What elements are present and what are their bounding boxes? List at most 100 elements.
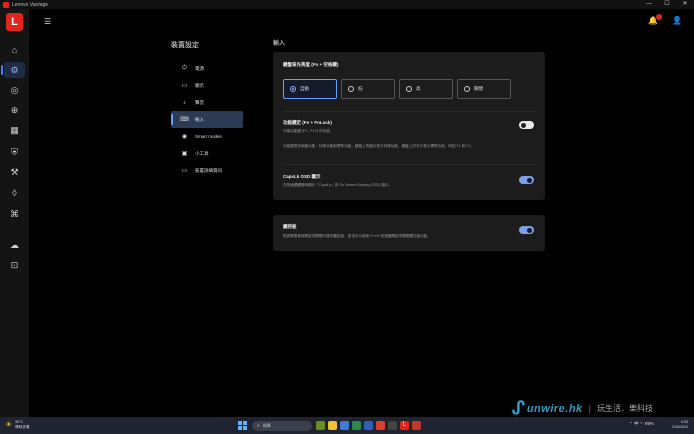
input-settings-card: 鍵盤背光亮度 (Fn + 空格鍵) 自動 低 高 關閉 功能鍵定 (Fn + F… bbox=[273, 52, 545, 200]
lenovo-logo[interactable]: L bbox=[6, 13, 23, 31]
nav-item-input[interactable]: ⌨ 輸入 bbox=[171, 111, 243, 128]
divider bbox=[283, 164, 535, 165]
system-tray[interactable]: ⌃ 中 ◠ 99% bbox=[629, 421, 654, 427]
radio-icon bbox=[348, 86, 354, 92]
chrome-icon[interactable] bbox=[376, 421, 385, 430]
mcafee-icon[interactable] bbox=[412, 421, 421, 430]
notification-badge bbox=[656, 14, 662, 20]
touchpad-toggle[interactable] bbox=[519, 226, 534, 234]
vantage-app-icon[interactable]: L bbox=[400, 421, 409, 430]
backlight-option-high[interactable]: 高 bbox=[399, 79, 453, 99]
taskbar-clock[interactable]: 0:53 21/6/2024 bbox=[672, 420, 688, 430]
option-label: 關閉 bbox=[474, 86, 483, 91]
user-icon[interactable]: 👤 bbox=[672, 16, 682, 25]
watermark-separator: | bbox=[588, 403, 592, 414]
touchpad-title: 觸控板 bbox=[283, 224, 297, 229]
tools-icon[interactable]: ⚒ bbox=[4, 164, 25, 180]
search-placeholder: 搜尋 bbox=[262, 423, 271, 428]
gear-icon[interactable]: ⚙ bbox=[1, 62, 25, 78]
smart-modes-icon: ◉ bbox=[181, 134, 188, 140]
nav-item-widgets[interactable]: ▣ 小工具 bbox=[171, 145, 243, 162]
edge-icon[interactable] bbox=[340, 421, 349, 430]
speaker-icon[interactable]: ◊ bbox=[4, 185, 25, 201]
toggle-knob bbox=[527, 177, 532, 183]
section-title: 輸入 bbox=[273, 41, 286, 47]
option-label: 高 bbox=[416, 86, 421, 91]
backlight-option-off[interactable]: 關閉 bbox=[457, 79, 511, 99]
wifi-icon: ◠ bbox=[639, 421, 644, 426]
capslock-osd-desc: 在快速鍵觸發時顯示「CapsLk」的 On Screen Display (OS… bbox=[283, 183, 393, 187]
close-button[interactable]: ✕ bbox=[676, 0, 694, 9]
left-rail: L ⌂ ⚙ ◎ ⊕ ▦ ⛨ ⚒ ◊ ⌘ ☁ ⊡ bbox=[0, 9, 29, 417]
maximize-button[interactable]: ☐ bbox=[658, 0, 676, 9]
nav-item-label: 顯示 bbox=[195, 82, 204, 88]
keyboard-icon: ⌨ bbox=[180, 117, 189, 123]
settings-nav: ⏻ 電源 ▭ 顯示 ♪ 聲音 ⌨ 輸入 ◉ Smart modes ▣ 小工具 … bbox=[171, 60, 243, 179]
app-icon[interactable] bbox=[316, 421, 325, 430]
gamepad-icon[interactable]: ⌘ bbox=[4, 206, 25, 222]
folder-icon[interactable] bbox=[328, 421, 337, 430]
option-label: 自動 bbox=[300, 86, 309, 91]
battery-icon[interactable]: ◎ bbox=[4, 82, 25, 98]
window-title: Lenovo Vantage bbox=[12, 1, 49, 8]
taskbar-apps: L bbox=[316, 421, 421, 430]
backlight-option-auto[interactable]: 自動 bbox=[283, 79, 337, 99]
nav-item-device-details[interactable]: ▭ 裝置詳細資訊 bbox=[171, 162, 243, 179]
nav-item-label: 電源 bbox=[195, 65, 204, 71]
radio-icon bbox=[406, 86, 412, 92]
toggle-knob bbox=[527, 227, 532, 233]
keyboard-backlight-title: 鍵盤背光亮度 (Fn + 空格鍵) bbox=[283, 62, 339, 67]
cloud-icon[interactable]: ☁ bbox=[4, 237, 25, 253]
toggle-knob bbox=[521, 122, 526, 128]
widgets-icon: ▣ bbox=[181, 151, 188, 157]
nav-item-audio[interactable]: ♪ 聲音 bbox=[171, 94, 243, 111]
nav-item-display[interactable]: ▭ 顯示 bbox=[171, 77, 243, 94]
app-logo-icon bbox=[3, 1, 9, 8]
nav-item-label: Smart modes bbox=[195, 134, 222, 139]
nav-item-label: 輸入 bbox=[195, 116, 204, 122]
watermark-brand: unwire.hk bbox=[526, 402, 583, 415]
taskbar-search[interactable]: ⌕ 搜尋 bbox=[252, 421, 312, 431]
taskbar: ☀ 30°C 晴時多雲 ⌕ 搜尋 L ⌃ 中 ◠ 99% 0:53 21/6/2… bbox=[0, 417, 694, 434]
fn-lock-detail: 功能鍵提供兩套功能：特殊功能和標準功能。鍵盤上的圖示表示特殊功能，鍵盤上的字元表… bbox=[283, 144, 475, 148]
music-icon: ♪ bbox=[183, 99, 186, 106]
nav-item-power[interactable]: ⏻ 電源 bbox=[171, 60, 243, 77]
display-icon: ▭ bbox=[181, 83, 188, 89]
window-titlebar: Lenovo Vantage — ☐ ✕ bbox=[0, 0, 694, 9]
weather-desc: 晴時多雲 bbox=[15, 424, 30, 429]
lock-icon[interactable]: ⊡ bbox=[4, 257, 25, 273]
capslock-osd-title: CapsLk OSD 圖示 bbox=[283, 174, 321, 179]
apps-icon[interactable]: ▦ bbox=[4, 122, 25, 138]
home-icon[interactable]: ⌂ bbox=[4, 42, 25, 58]
backlight-option-low[interactable]: 低 bbox=[341, 79, 395, 99]
option-label: 低 bbox=[358, 86, 363, 91]
window-controls: — ☐ ✕ bbox=[640, 0, 694, 9]
search-icon: ⌕ bbox=[257, 423, 260, 429]
clock-date: 21/6/2024 bbox=[672, 425, 688, 429]
watermark: ᔑ unwire.hk | 玩生活．樂科技 bbox=[512, 398, 653, 419]
start-button[interactable] bbox=[238, 421, 247, 430]
nav-item-smart-modes[interactable]: ◉ Smart modes bbox=[171, 128, 243, 145]
settings-heading: 裝置設定 bbox=[171, 42, 199, 49]
weather-widget[interactable]: ☀ 30°C 晴時多雲 bbox=[5, 420, 30, 429]
radio-icon bbox=[290, 86, 296, 92]
nav-item-label: 聲音 bbox=[195, 99, 204, 105]
fn-lock-desc: 切換功能鍵 (F1 - F12) 的功能。 bbox=[283, 129, 334, 133]
mail-icon[interactable] bbox=[364, 421, 373, 430]
capslock-osd-toggle[interactable] bbox=[519, 176, 534, 184]
store-icon[interactable] bbox=[352, 421, 361, 430]
shield-icon[interactable]: ⛨ bbox=[4, 144, 25, 160]
settings-app-icon[interactable] bbox=[388, 421, 397, 430]
tray-chevron-icon: ⌃ bbox=[628, 421, 633, 426]
nav-item-label: 裝置詳細資訊 bbox=[195, 167, 222, 173]
touchpad-desc: 根據需要暫時開啟或關閉內建的觸控板，您也可以使用 Fn+M 快速鍵開啟或關閉觸控… bbox=[283, 234, 431, 238]
minimize-button[interactable]: — bbox=[640, 0, 658, 9]
sun-icon: ☀ bbox=[5, 420, 13, 429]
menu-toggle-icon[interactable]: ☰ bbox=[44, 17, 51, 26]
touchpad-card: 觸控板 根據需要暫時開啟或關閉內建的觸控板，您也可以使用 Fn+M 快速鍵開啟或… bbox=[273, 215, 545, 251]
network-icon[interactable]: ⊕ bbox=[4, 102, 25, 118]
fn-lock-toggle[interactable] bbox=[519, 121, 534, 129]
power-icon: ⏻ bbox=[182, 65, 187, 71]
backlight-options: 自動 低 高 關閉 bbox=[283, 79, 511, 99]
laptop-icon: ▭ bbox=[181, 168, 188, 174]
